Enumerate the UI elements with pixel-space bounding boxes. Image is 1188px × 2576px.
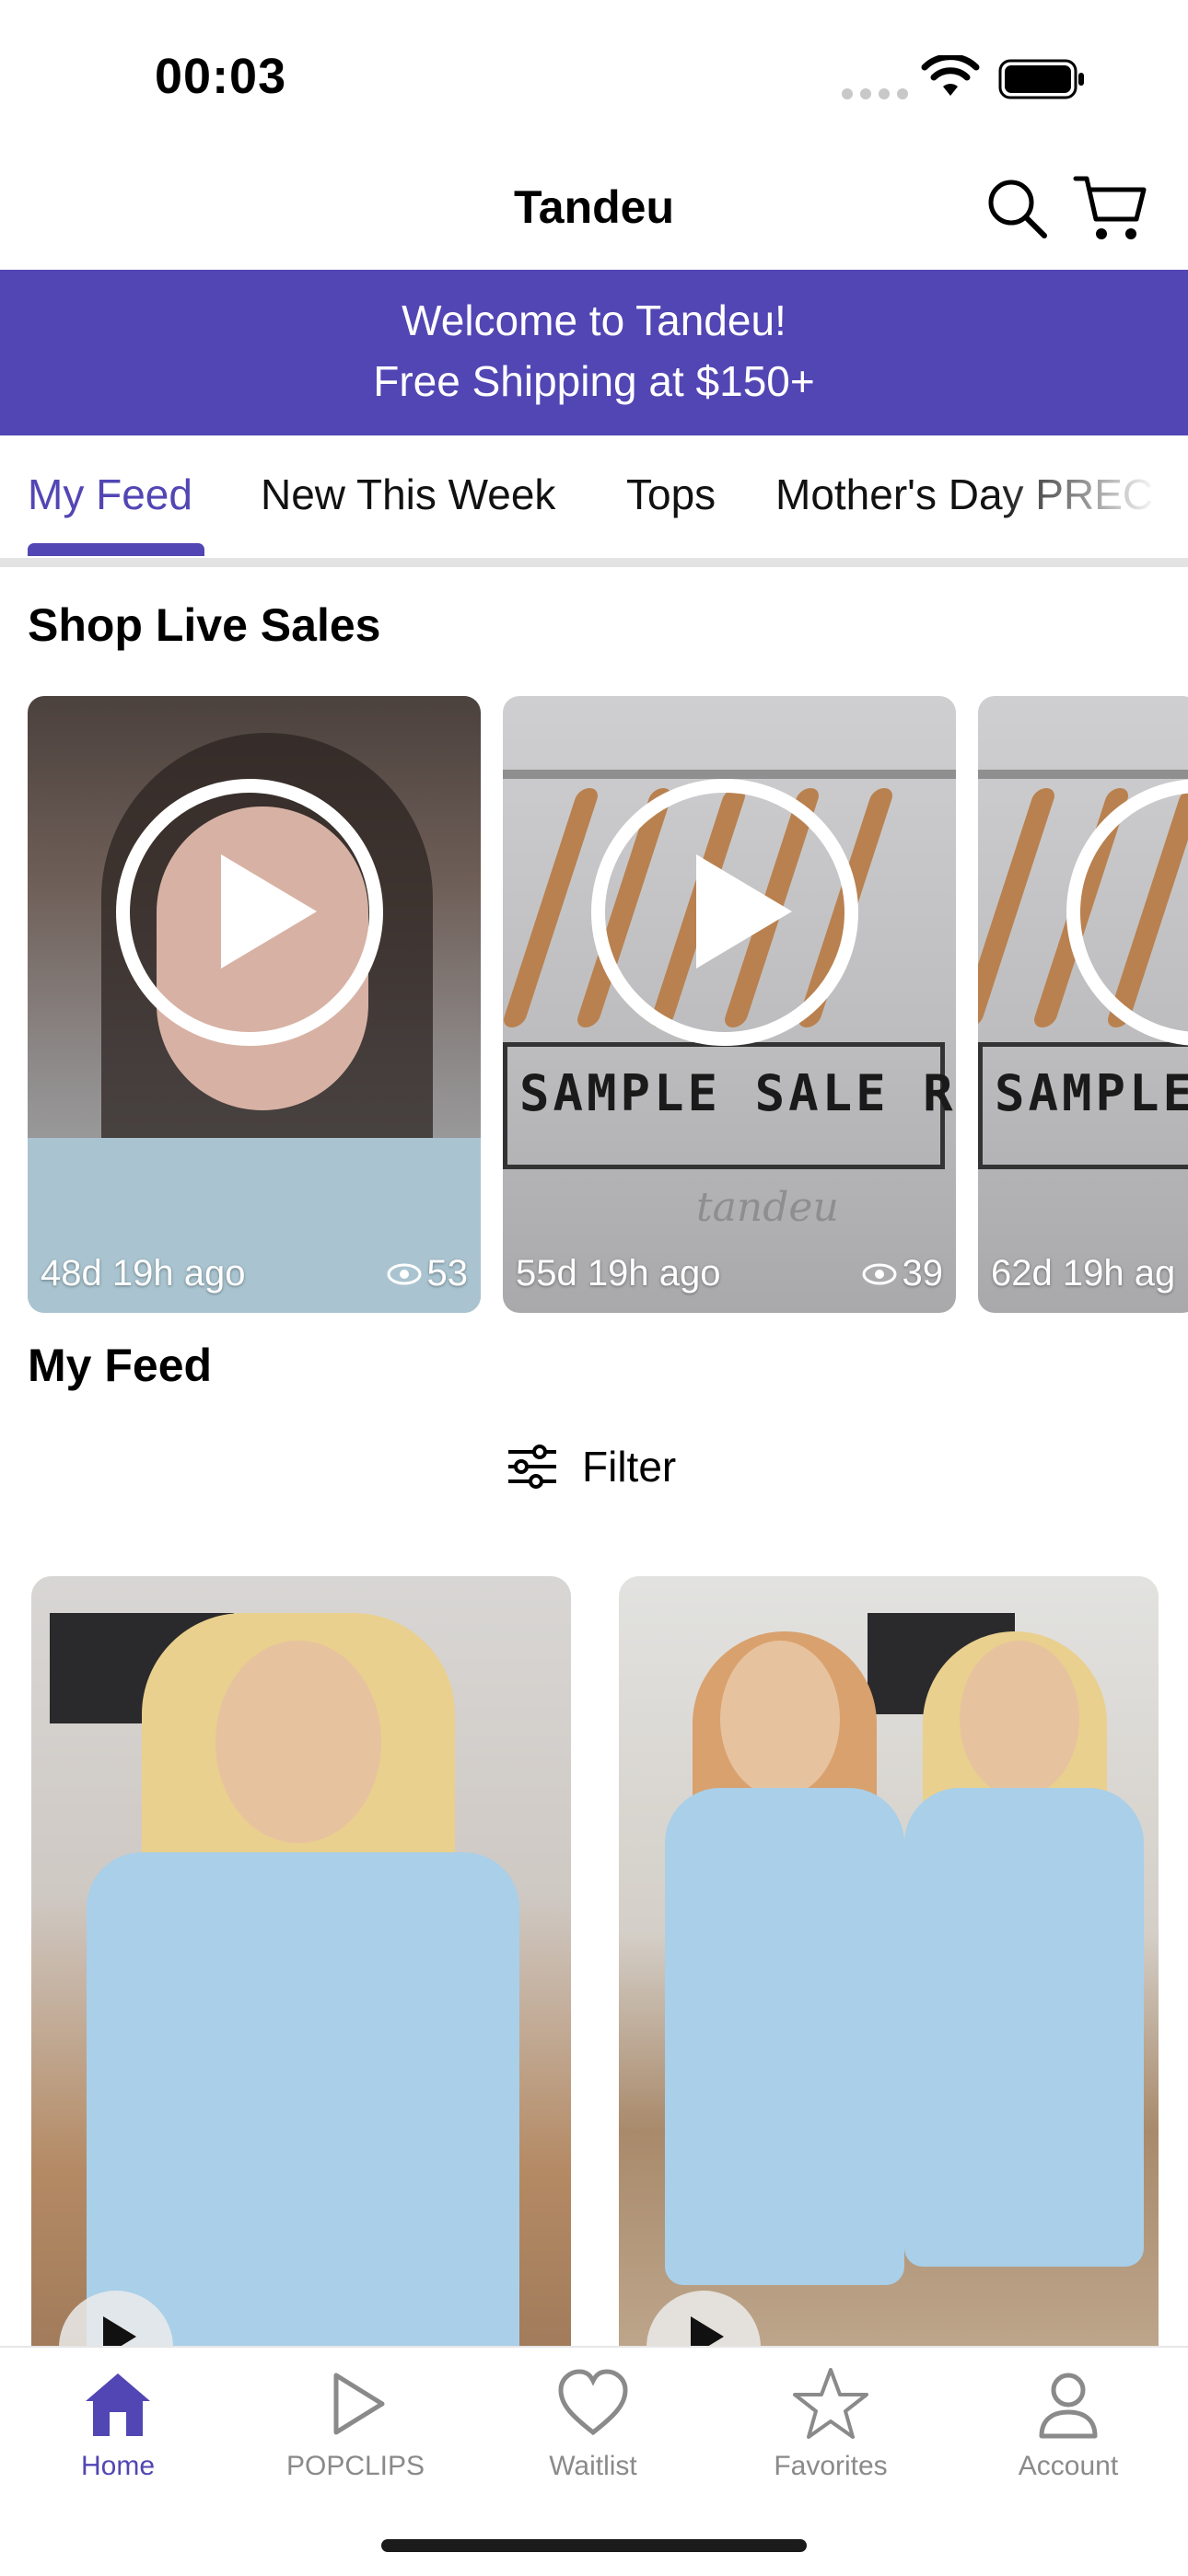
view-count: 39 bbox=[862, 1253, 944, 1294]
live-sale-card[interactable]: SAMPLE SALE RECAP tandeu 55d 19h ago 39 bbox=[503, 696, 956, 1313]
card-time-ago: 48d 19h ago bbox=[41, 1253, 246, 1294]
home-indicator[interactable] bbox=[381, 2539, 807, 2552]
eye-icon bbox=[387, 1263, 421, 1284]
filter-button[interactable]: Filter bbox=[507, 1442, 676, 1491]
nav-home-label: Home bbox=[80, 2451, 156, 2481]
live-sales-title: Shop Live Sales bbox=[28, 599, 381, 651]
play-icon bbox=[333, 2373, 385, 2435]
cart-icon[interactable] bbox=[1072, 171, 1149, 245]
nav-popclips[interactable]: POPCLIPS bbox=[245, 2364, 466, 2482]
view-count-value: 53 bbox=[426, 1253, 469, 1294]
view-count: 53 bbox=[387, 1253, 469, 1294]
tabs-divider bbox=[0, 558, 1188, 567]
nav-favorites[interactable]: Favorites bbox=[720, 2364, 941, 2482]
eye-icon bbox=[862, 1263, 896, 1284]
thumbnail-overlay-text: SAMPLE S bbox=[995, 1064, 1188, 1122]
tandeu-watermark: tandeu bbox=[696, 1184, 839, 1231]
tabs-fade bbox=[995, 436, 1188, 556]
card-time-ago: 55d 19h ago bbox=[516, 1253, 721, 1294]
live-sale-card[interactable]: SAMPLE S 62d 19h ag bbox=[978, 696, 1188, 1313]
filter-label: Filter bbox=[582, 1443, 677, 1491]
nav-home[interactable]: Home bbox=[7, 2364, 228, 2482]
search-icon[interactable] bbox=[984, 175, 1050, 241]
nav-account[interactable]: Account bbox=[958, 2364, 1179, 2482]
product-image bbox=[665, 1788, 904, 2285]
product-card[interactable] bbox=[619, 1576, 1159, 2368]
tab-tops[interactable]: Tops bbox=[626, 470, 716, 519]
wifi-icon bbox=[921, 55, 980, 96]
live-sale-card[interactable]: 48d 19h ago 53 bbox=[28, 696, 481, 1313]
tab-new-this-week[interactable]: New This Week bbox=[261, 470, 555, 519]
nav-account-label: Account bbox=[1018, 2451, 1119, 2481]
banner-line-1: Welcome to Tandeu! bbox=[402, 296, 786, 344]
account-icon bbox=[1039, 2373, 1098, 2439]
home-icon bbox=[86, 2373, 150, 2436]
cellular-signal-icon bbox=[842, 88, 908, 99]
banner-line-2: Free Shipping at $150+ bbox=[373, 357, 815, 405]
my-feed-title: My Feed bbox=[28, 1340, 213, 1391]
welcome-banner: Welcome to Tandeu! Free Shipping at $150… bbox=[0, 270, 1188, 435]
nav-popclips-label: POPCLIPS bbox=[285, 2451, 425, 2481]
view-count-value: 39 bbox=[902, 1253, 944, 1294]
filter-sliders-icon bbox=[508, 1445, 556, 1489]
play-icon[interactable] bbox=[1066, 779, 1188, 1046]
status-time: 00:03 bbox=[155, 49, 287, 104]
star-icon bbox=[793, 2368, 868, 2439]
product-card[interactable] bbox=[31, 1576, 571, 2368]
battery-icon bbox=[998, 59, 1084, 99]
tab-my-feed[interactable]: My Feed bbox=[28, 470, 192, 519]
nav-waitlist-label: Waitlist bbox=[549, 2451, 637, 2481]
thumbnail-overlay-text: SAMPLE SALE RECAP bbox=[519, 1064, 956, 1122]
card-time-ago: 62d 19h ag bbox=[991, 1253, 1176, 1294]
product-image bbox=[87, 1852, 519, 2368]
nav-favorites-label: Favorites bbox=[774, 2451, 888, 2481]
nav-waitlist[interactable]: Waitlist bbox=[483, 2364, 704, 2482]
heart-icon bbox=[558, 2369, 628, 2436]
active-tab-indicator bbox=[28, 543, 204, 556]
